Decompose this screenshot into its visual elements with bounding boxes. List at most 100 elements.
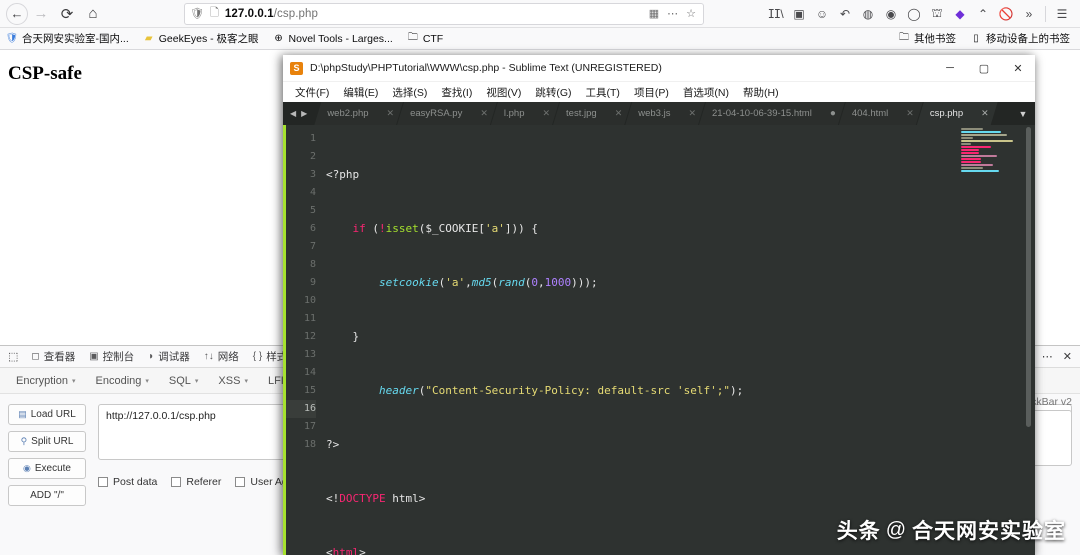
- line-number: 11: [303, 313, 316, 324]
- devtools-more-icon[interactable]: ⋯: [1042, 350, 1053, 363]
- reload-icon[interactable]: ⟳: [54, 2, 80, 26]
- bookmark-item[interactable]: ⊕ Novel Tools - Larges...: [273, 33, 392, 45]
- menu-preferences[interactable]: 首选项(N): [677, 85, 735, 100]
- line-number: 10: [303, 295, 316, 306]
- library-icon[interactable]: ⵊⵊ\: [766, 4, 786, 24]
- other-bookmarks-item[interactable]: 🗀 其他书签: [898, 31, 956, 46]
- tab-close-icon[interactable]: ✕: [981, 108, 989, 119]
- tab-close-icon[interactable]: ✕: [906, 108, 914, 119]
- post-data-checkbox[interactable]: Post data: [98, 476, 157, 488]
- editor-tab-21-04-10-html[interactable]: 21-04-10-06-39-15.html ●: [699, 102, 845, 125]
- account-icon[interactable]: ☺: [812, 4, 832, 24]
- hackbar-menu-xss[interactable]: XSS ▾: [208, 375, 258, 387]
- editor-tab-web2-php[interactable]: web2.php ✕: [314, 102, 403, 125]
- console-icon: ▣: [89, 351, 99, 362]
- editor-tab-404-html[interactable]: 404.html ✕: [839, 102, 923, 125]
- tab-close-icon[interactable]: ✕: [543, 108, 551, 119]
- bookmark-item[interactable]: ▰ GeekEyes - 极客之眼: [143, 31, 259, 46]
- chevron-down-icon: ▾: [194, 377, 199, 385]
- hackbar-menu-sql[interactable]: SQL ▾: [159, 375, 209, 387]
- sublime-text-window[interactable]: S D:\phpStudy\PHPTutorial\WWW\csp.php - …: [283, 55, 1035, 555]
- add-slash-button[interactable]: ADD "/": [8, 485, 86, 506]
- sublime-titlebar[interactable]: S D:\phpStudy\PHPTutorial\WWW\csp.php - …: [283, 55, 1035, 82]
- editor-minimap[interactable]: [959, 125, 1021, 185]
- split-url-button[interactable]: ⚲ Split URL: [8, 431, 86, 452]
- extension-shield-icon[interactable]: ◉: [881, 4, 901, 24]
- back-arrow-icon[interactable]: ←: [6, 2, 28, 25]
- close-button[interactable]: ✕: [1001, 55, 1035, 82]
- devtools-tab-inspector[interactable]: ◻ 查看器: [24, 346, 82, 368]
- browser-toolbar-icons: ⵊⵊ\ ▣ ☺ ↶ ◍ ◉ ◯ ⛫ ◆ ⌃ 🚫 » ☰: [766, 4, 1074, 24]
- menu-help[interactable]: 帮助(H): [737, 85, 785, 100]
- editor-tab-test-jpg[interactable]: test.jpg ✕: [553, 102, 631, 125]
- devtools-tab-debugger[interactable]: ◗ 调试器: [141, 346, 197, 368]
- editor-tab-l-php[interactable]: l.php ✕: [491, 102, 559, 125]
- menu-tools[interactable]: 工具(T): [580, 85, 626, 100]
- extension-caret-icon[interactable]: ⌃: [973, 4, 993, 24]
- sidebar-icon[interactable]: ▣: [789, 4, 809, 24]
- address-bar[interactable]: 🛡 🗋 127.0.0.1/csp.php ▦ ⋯ ☆: [184, 2, 704, 25]
- bookmark-item-ctf[interactable]: 🗀 CTF: [407, 32, 443, 45]
- extension-block-icon[interactable]: 🚫: [996, 4, 1016, 24]
- bookmark-item[interactable]: 🛡 合天网安实验室-国内...: [6, 31, 129, 46]
- extension-globe-icon[interactable]: ◍: [858, 4, 878, 24]
- hamburger-menu-icon[interactable]: ☰: [1052, 4, 1072, 24]
- menu-project[interactable]: 项目(P): [628, 85, 675, 100]
- bookmark-label: 其他书签: [914, 33, 956, 45]
- maximize-button[interactable]: ▢: [967, 55, 1001, 82]
- bookmark-star-icon[interactable]: ☆: [686, 7, 696, 20]
- tracking-shield-icon[interactable]: 🛡: [190, 7, 204, 20]
- editor-scrollbar[interactable]: [1026, 127, 1031, 427]
- url-text[interactable]: 127.0.0.1/csp.php: [225, 8, 643, 20]
- devtools-tab-console[interactable]: ▣ 控制台: [82, 346, 141, 368]
- hackbar-menu-encoding[interactable]: Encoding ▾: [86, 375, 159, 387]
- chevron-down-icon: ▾: [244, 377, 248, 385]
- menu-view[interactable]: 视图(V): [480, 85, 527, 100]
- tab-scroll-controls[interactable]: ◀ ▶: [283, 102, 314, 125]
- extension-circle-icon[interactable]: ◯: [904, 4, 924, 24]
- home-icon[interactable]: ⌂: [80, 2, 106, 26]
- mobile-bookmarks-item[interactable]: ▯ 移动设备上的书签: [970, 31, 1070, 46]
- sync-undo-icon[interactable]: ↶: [835, 4, 855, 24]
- element-picker-icon[interactable]: ⬚: [4, 350, 24, 363]
- referer-checkbox[interactable]: Referer: [171, 476, 221, 488]
- tab-next-icon[interactable]: ▶: [301, 109, 307, 118]
- menu-file[interactable]: 文件(F): [289, 85, 335, 100]
- page-info-icon[interactable]: 🗋: [210, 4, 219, 23]
- menu-selection[interactable]: 选择(S): [386, 85, 433, 100]
- menu-edit[interactable]: 编辑(E): [337, 85, 384, 100]
- devtools-tab-network[interactable]: ↑↓ 网络: [197, 346, 246, 368]
- execute-button[interactable]: ◉ Execute: [8, 458, 86, 479]
- editor-tab-web3-js[interactable]: web3.js ✕: [625, 102, 705, 125]
- editor-code-content[interactable]: <?php if (!isset($_COOKIE['a'])) { setco…: [316, 125, 1035, 555]
- checkbox-box: [98, 477, 108, 487]
- style-editor-icon: { }: [252, 351, 263, 362]
- tab-close-icon[interactable]: ✕: [615, 108, 623, 119]
- editor-tab-csp-php[interactable]: csp.php ✕: [917, 102, 998, 125]
- extension-diamond-icon[interactable]: ◆: [950, 4, 970, 24]
- chevron-down-icon: ▾: [145, 377, 149, 385]
- extension-network-icon[interactable]: ⛫: [927, 4, 947, 24]
- qr-code-icon[interactable]: ▦: [649, 7, 659, 20]
- menu-goto[interactable]: 跳转(G): [529, 85, 577, 100]
- tab-dirty-dot-icon[interactable]: ●: [830, 108, 836, 119]
- shield-favicon: 🛡: [5, 33, 19, 44]
- tab-prev-icon[interactable]: ◀: [290, 109, 296, 118]
- code-line-7: <!DOCTYPE html>: [326, 492, 426, 505]
- page-actions-more-icon[interactable]: ⋯: [667, 7, 678, 20]
- editor-tab-easyrsa-py[interactable]: easyRSA.py ✕: [397, 102, 497, 125]
- url-host: 127.0.0.1: [224, 7, 274, 20]
- minimize-button[interactable]: ─: [933, 55, 967, 82]
- tab-overflow-menu-icon[interactable]: ▼: [1011, 102, 1035, 125]
- sublime-editor-area[interactable]: 1 2 3 4 5 6 7 8 9 10 11 12 13 14 15 16 1…: [283, 125, 1035, 555]
- hackbar-menu-encryption[interactable]: Encryption ▾: [6, 375, 86, 387]
- tab-close-icon[interactable]: ✕: [387, 108, 395, 119]
- devtools-close-icon[interactable]: ✕: [1063, 350, 1072, 363]
- tab-close-icon[interactable]: ✕: [688, 108, 696, 119]
- overflow-chevron-icon[interactable]: »: [1019, 4, 1039, 24]
- tab-close-icon[interactable]: ✕: [480, 108, 488, 119]
- yellow-favicon: ▰: [144, 33, 153, 44]
- load-url-button[interactable]: ▤ Load URL: [8, 404, 86, 425]
- menu-find[interactable]: 查找(I): [435, 85, 478, 100]
- hackbar-button-column: ▤ Load URL ⚲ Split URL ◉ Execute ADD "/": [8, 404, 86, 506]
